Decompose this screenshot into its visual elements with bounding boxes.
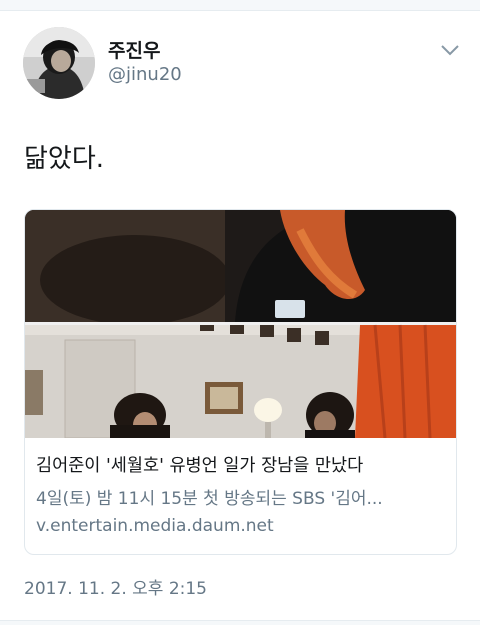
card-domain: v.entertain.media.daum.net xyxy=(36,516,274,536)
timestamp[interactable]: 2017. 11. 2. 오후 2:15 xyxy=(24,574,207,599)
top-divider xyxy=(0,0,480,11)
video-still-photo-icon xyxy=(25,210,456,438)
chevron-down-icon[interactable] xyxy=(438,40,462,60)
user-handle[interactable]: @jinu20 xyxy=(108,64,182,85)
link-card[interactable]: 김어준이 '세월호' 유병언 일가 장남을 만났다 4일(토) 밤 11시 15… xyxy=(24,209,457,555)
avatar[interactable] xyxy=(23,27,95,99)
tweet-text: 닮았다. xyxy=(24,144,105,174)
card-description: 4일(토) 밤 11시 15분 첫 방송되는 SBS '김어... xyxy=(36,489,383,509)
display-name[interactable]: 주진우 xyxy=(108,36,160,63)
profile-photo-icon xyxy=(23,27,95,99)
bottom-divider xyxy=(0,620,480,625)
card-title: 김어준이 '세월호' 유병언 일가 장남을 만났다 xyxy=(36,456,364,476)
